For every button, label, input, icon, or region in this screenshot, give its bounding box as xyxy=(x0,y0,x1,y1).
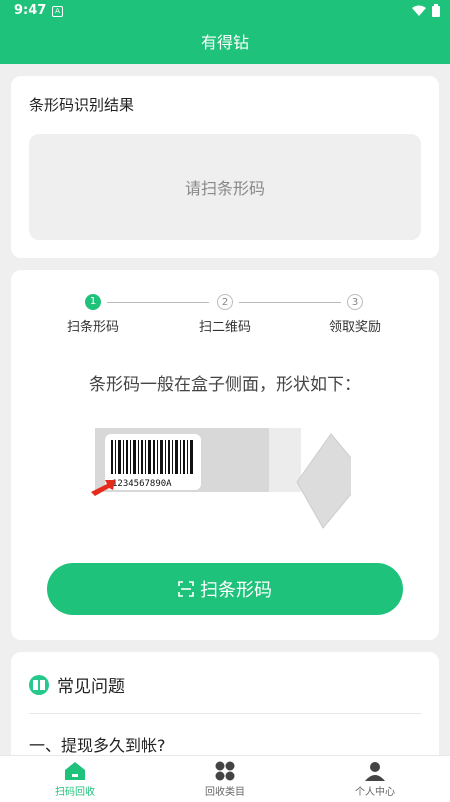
tab-recycle-category[interactable]: 回收类目 xyxy=(150,756,300,802)
tab-label: 个人中心 xyxy=(355,786,395,798)
status-time: 9:47 xyxy=(14,3,47,18)
tab-label: 扫码回收 xyxy=(55,786,95,798)
result-placeholder: 请扫条形码 xyxy=(29,134,421,240)
step-1-dot: 1 xyxy=(85,294,101,310)
faq-card: 常见问题 一、提现多久到帐? xyxy=(11,652,439,772)
person-icon xyxy=(365,761,385,781)
result-title: 条形码识别结果 xyxy=(29,96,135,114)
tab-scan-recycle[interactable]: 扫码回收 xyxy=(0,756,150,802)
scan-button-label: 扫条形码 xyxy=(200,580,272,601)
barcode-result-card: 条形码识别结果 请扫条形码 xyxy=(11,76,439,258)
step-3-label: 领取奖励 xyxy=(328,320,381,335)
bottom-tab-bar: 扫码回收 回收类目 个人中心 xyxy=(0,755,450,802)
step-2-label: 扫二维码 xyxy=(198,320,251,335)
battery-icon xyxy=(432,4,440,17)
faq-header: 常见问题 xyxy=(29,672,125,697)
home-icon xyxy=(65,761,85,780)
category-icon xyxy=(215,761,235,780)
faq-question-1[interactable]: 一、提现多久到帐? xyxy=(29,732,166,756)
scan-hint: 条形码一般在盒子侧面，形状如下： xyxy=(89,375,361,395)
step-connector xyxy=(107,302,209,303)
scan-card: 1 2 3 扫条形码 扫二维码 领取奖励 条形码一般在盒子侧面，形状如下： 12… xyxy=(11,270,439,640)
faq-divider xyxy=(29,713,421,714)
notification-icon: A xyxy=(52,6,63,17)
scan-icon xyxy=(178,581,194,597)
app-title: 有得钻 xyxy=(0,24,450,64)
system-icons xyxy=(412,4,440,17)
status-bar: 9:47 A xyxy=(0,0,450,24)
step-2-dot: 2 xyxy=(217,294,233,310)
step-3-dot: 3 xyxy=(347,294,363,310)
step-1-label: 扫条形码 xyxy=(66,320,119,335)
tab-label: 回收类目 xyxy=(205,786,245,798)
barcode-number: 1234567890A xyxy=(112,479,172,489)
step-indicator: 1 2 3 扫条形码 扫二维码 领取奖励 xyxy=(11,294,439,335)
faq-title: 常见问题 xyxy=(57,677,125,697)
step-connector xyxy=(239,302,341,303)
tab-user-center[interactable]: 个人中心 xyxy=(300,756,450,802)
wifi-icon xyxy=(412,5,426,16)
barcode-box-illustration: 1234567890A xyxy=(91,428,351,529)
faq-book-icon xyxy=(29,674,49,695)
scan-barcode-button[interactable]: 扫条形码 xyxy=(47,563,403,615)
